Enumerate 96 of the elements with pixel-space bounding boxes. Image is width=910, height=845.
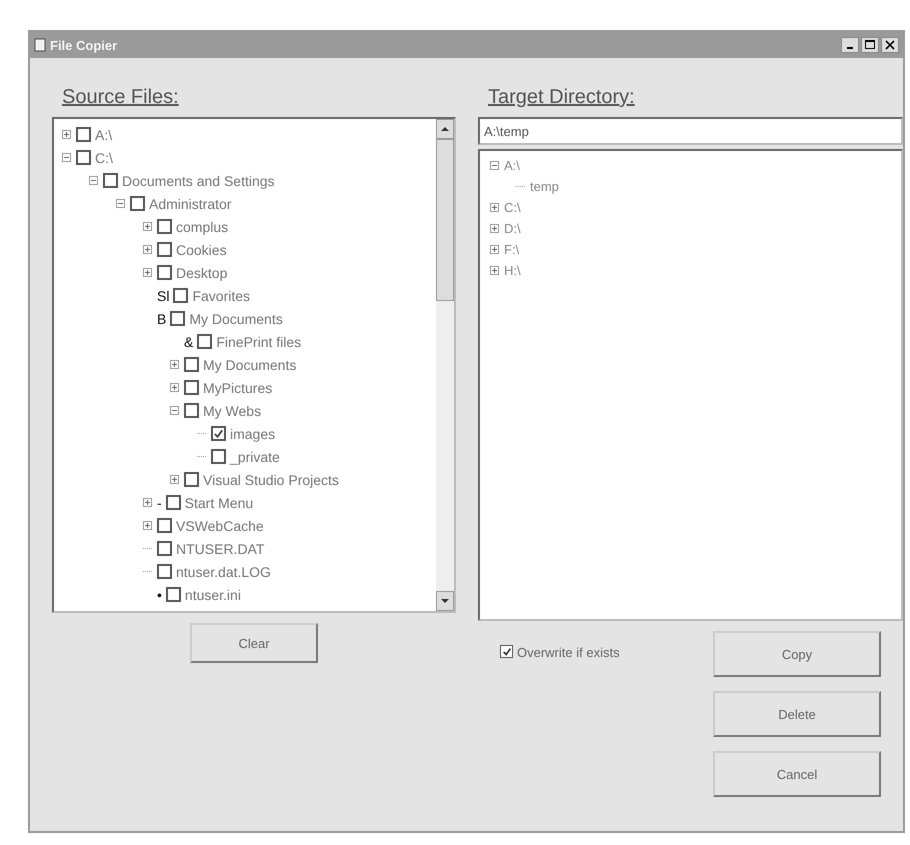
- plus-icon[interactable]: [490, 245, 499, 254]
- tree-connector-line: [197, 433, 207, 434]
- source-heading: Source Files:: [62, 86, 179, 109]
- tree-checkbox[interactable]: [76, 127, 91, 142]
- tree-item[interactable]: ntuser.ini: [184, 586, 241, 602]
- overwrite-checkbox[interactable]: [500, 645, 513, 658]
- tree-item[interactable]: C:\: [95, 150, 113, 166]
- minus-icon[interactable]: [116, 199, 125, 208]
- tree-item[interactable]: H:\: [504, 263, 521, 278]
- tree-item[interactable]: C:\: [504, 200, 521, 215]
- tree-checkbox[interactable]: [166, 587, 181, 602]
- tree-item[interactable]: My Webs: [203, 402, 262, 418]
- tree-checkbox[interactable]: [157, 541, 172, 556]
- tree-item[interactable]: Favorites: [192, 288, 250, 304]
- plus-icon[interactable]: [143, 521, 152, 530]
- tree-item[interactable]: images: [230, 426, 276, 442]
- tree-item[interactable]: A:\: [95, 126, 112, 142]
- tree-checkbox[interactable]: [184, 472, 199, 487]
- tree-item[interactable]: ntuser.dat.LOG: [176, 564, 271, 580]
- maximize-button[interactable]: [861, 37, 879, 53]
- tree-checkbox[interactable]: [184, 380, 199, 395]
- minimize-button[interactable]: [841, 37, 859, 53]
- tree-item[interactable]: My Documents: [189, 310, 283, 326]
- tree-checkbox[interactable]: [170, 311, 186, 326]
- up-arrow-icon[interactable]: [441, 126, 449, 132]
- plus-icon[interactable]: [490, 266, 499, 275]
- tree-item[interactable]: Cookies: [176, 242, 227, 258]
- tree-item[interactable]: VSWebCache: [176, 518, 264, 534]
- minus-icon[interactable]: [170, 406, 179, 415]
- action-button[interactable]: Delete: [713, 691, 881, 737]
- tree-checkbox[interactable]: [103, 173, 118, 188]
- tree-item[interactable]: NTUSER.DAT: [176, 540, 264, 556]
- target-heading: Target Directory:: [488, 86, 635, 109]
- plus-icon[interactable]: [143, 498, 152, 507]
- plus-icon[interactable]: [143, 245, 152, 254]
- window-title: File Copier: [50, 38, 118, 52]
- tree-item[interactable]: _private: [230, 448, 280, 464]
- tree-item[interactable]: MyPictures: [203, 380, 272, 396]
- close-icon: [885, 40, 895, 50]
- tree-checkbox[interactable]: [157, 242, 172, 257]
- tree-checkbox[interactable]: [184, 357, 199, 372]
- minus-icon[interactable]: [89, 176, 98, 185]
- marker-text: &: [184, 334, 194, 350]
- scrollbar[interactable]: [436, 119, 454, 611]
- marker-text: -: [157, 494, 162, 510]
- tree-item[interactable]: temp: [530, 179, 559, 194]
- marker-text: Sl: [157, 288, 170, 304]
- tree-item[interactable]: complus: [176, 218, 228, 234]
- minus-icon[interactable]: [490, 161, 499, 170]
- tree-item[interactable]: Desktop: [176, 264, 228, 280]
- tree-item[interactable]: My Documents: [203, 356, 296, 372]
- tree-item[interactable]: Documents and Settings: [122, 172, 275, 188]
- plus-icon[interactable]: [170, 360, 179, 369]
- tree-connector-line: [143, 571, 153, 572]
- plus-icon[interactable]: [143, 268, 152, 277]
- clear-button[interactable]: Clear: [190, 623, 318, 663]
- tree-item[interactable]: Start Menu: [184, 494, 254, 510]
- action-button[interactable]: Cancel: [713, 751, 881, 797]
- tree-item[interactable]: Visual Studio Projects: [203, 472, 339, 488]
- tree-item[interactable]: Administrator: [149, 196, 232, 212]
- tree-connector-line: [516, 186, 526, 187]
- minimize-icon: [847, 47, 853, 49]
- tree-checkbox[interactable]: [157, 219, 172, 234]
- tree-checkbox[interactable]: [184, 403, 199, 418]
- tree-checkbox[interactable]: [211, 449, 226, 464]
- tree-checkbox[interactable]: [166, 495, 181, 510]
- plus-icon[interactable]: [143, 222, 152, 231]
- tree-checkbox[interactable]: [197, 334, 212, 349]
- tree-item[interactable]: D:\: [504, 221, 521, 236]
- maximize-icon: [865, 40, 875, 50]
- action-button[interactable]: Copy: [713, 631, 881, 677]
- checkbox-label: Overwrite if exists: [517, 645, 620, 660]
- plus-icon[interactable]: [170, 383, 179, 392]
- marker-text: B: [157, 310, 166, 326]
- tree-checkbox[interactable]: [76, 150, 91, 165]
- down-arrow-icon[interactable]: [441, 598, 449, 604]
- tree-connector-line: [197, 456, 207, 457]
- plus-icon[interactable]: [62, 130, 71, 139]
- path-field[interactable]: A:\temp: [478, 117, 903, 145]
- minus-icon[interactable]: [62, 153, 71, 162]
- tree-checkbox[interactable]: [130, 196, 145, 211]
- window-icon: [34, 38, 46, 52]
- tree-item[interactable]: F:\: [504, 242, 520, 257]
- tree-checkbox[interactable]: [157, 265, 172, 280]
- plus-icon[interactable]: [490, 203, 499, 212]
- plus-icon[interactable]: [170, 475, 179, 484]
- close-button[interactable]: [881, 37, 899, 53]
- tree-checkbox[interactable]: [157, 564, 172, 579]
- tree-checkbox[interactable]: [173, 288, 188, 303]
- plus-icon[interactable]: [490, 224, 499, 233]
- tree-checkbox[interactable]: [157, 518, 172, 533]
- tree-item[interactable]: A:\: [504, 158, 520, 173]
- tree-connector-line: [143, 548, 153, 549]
- marker-text: •: [157, 586, 162, 602]
- tree-item[interactable]: FinePrint files: [216, 334, 302, 350]
- tree-checkbox[interactable]: [211, 426, 226, 441]
